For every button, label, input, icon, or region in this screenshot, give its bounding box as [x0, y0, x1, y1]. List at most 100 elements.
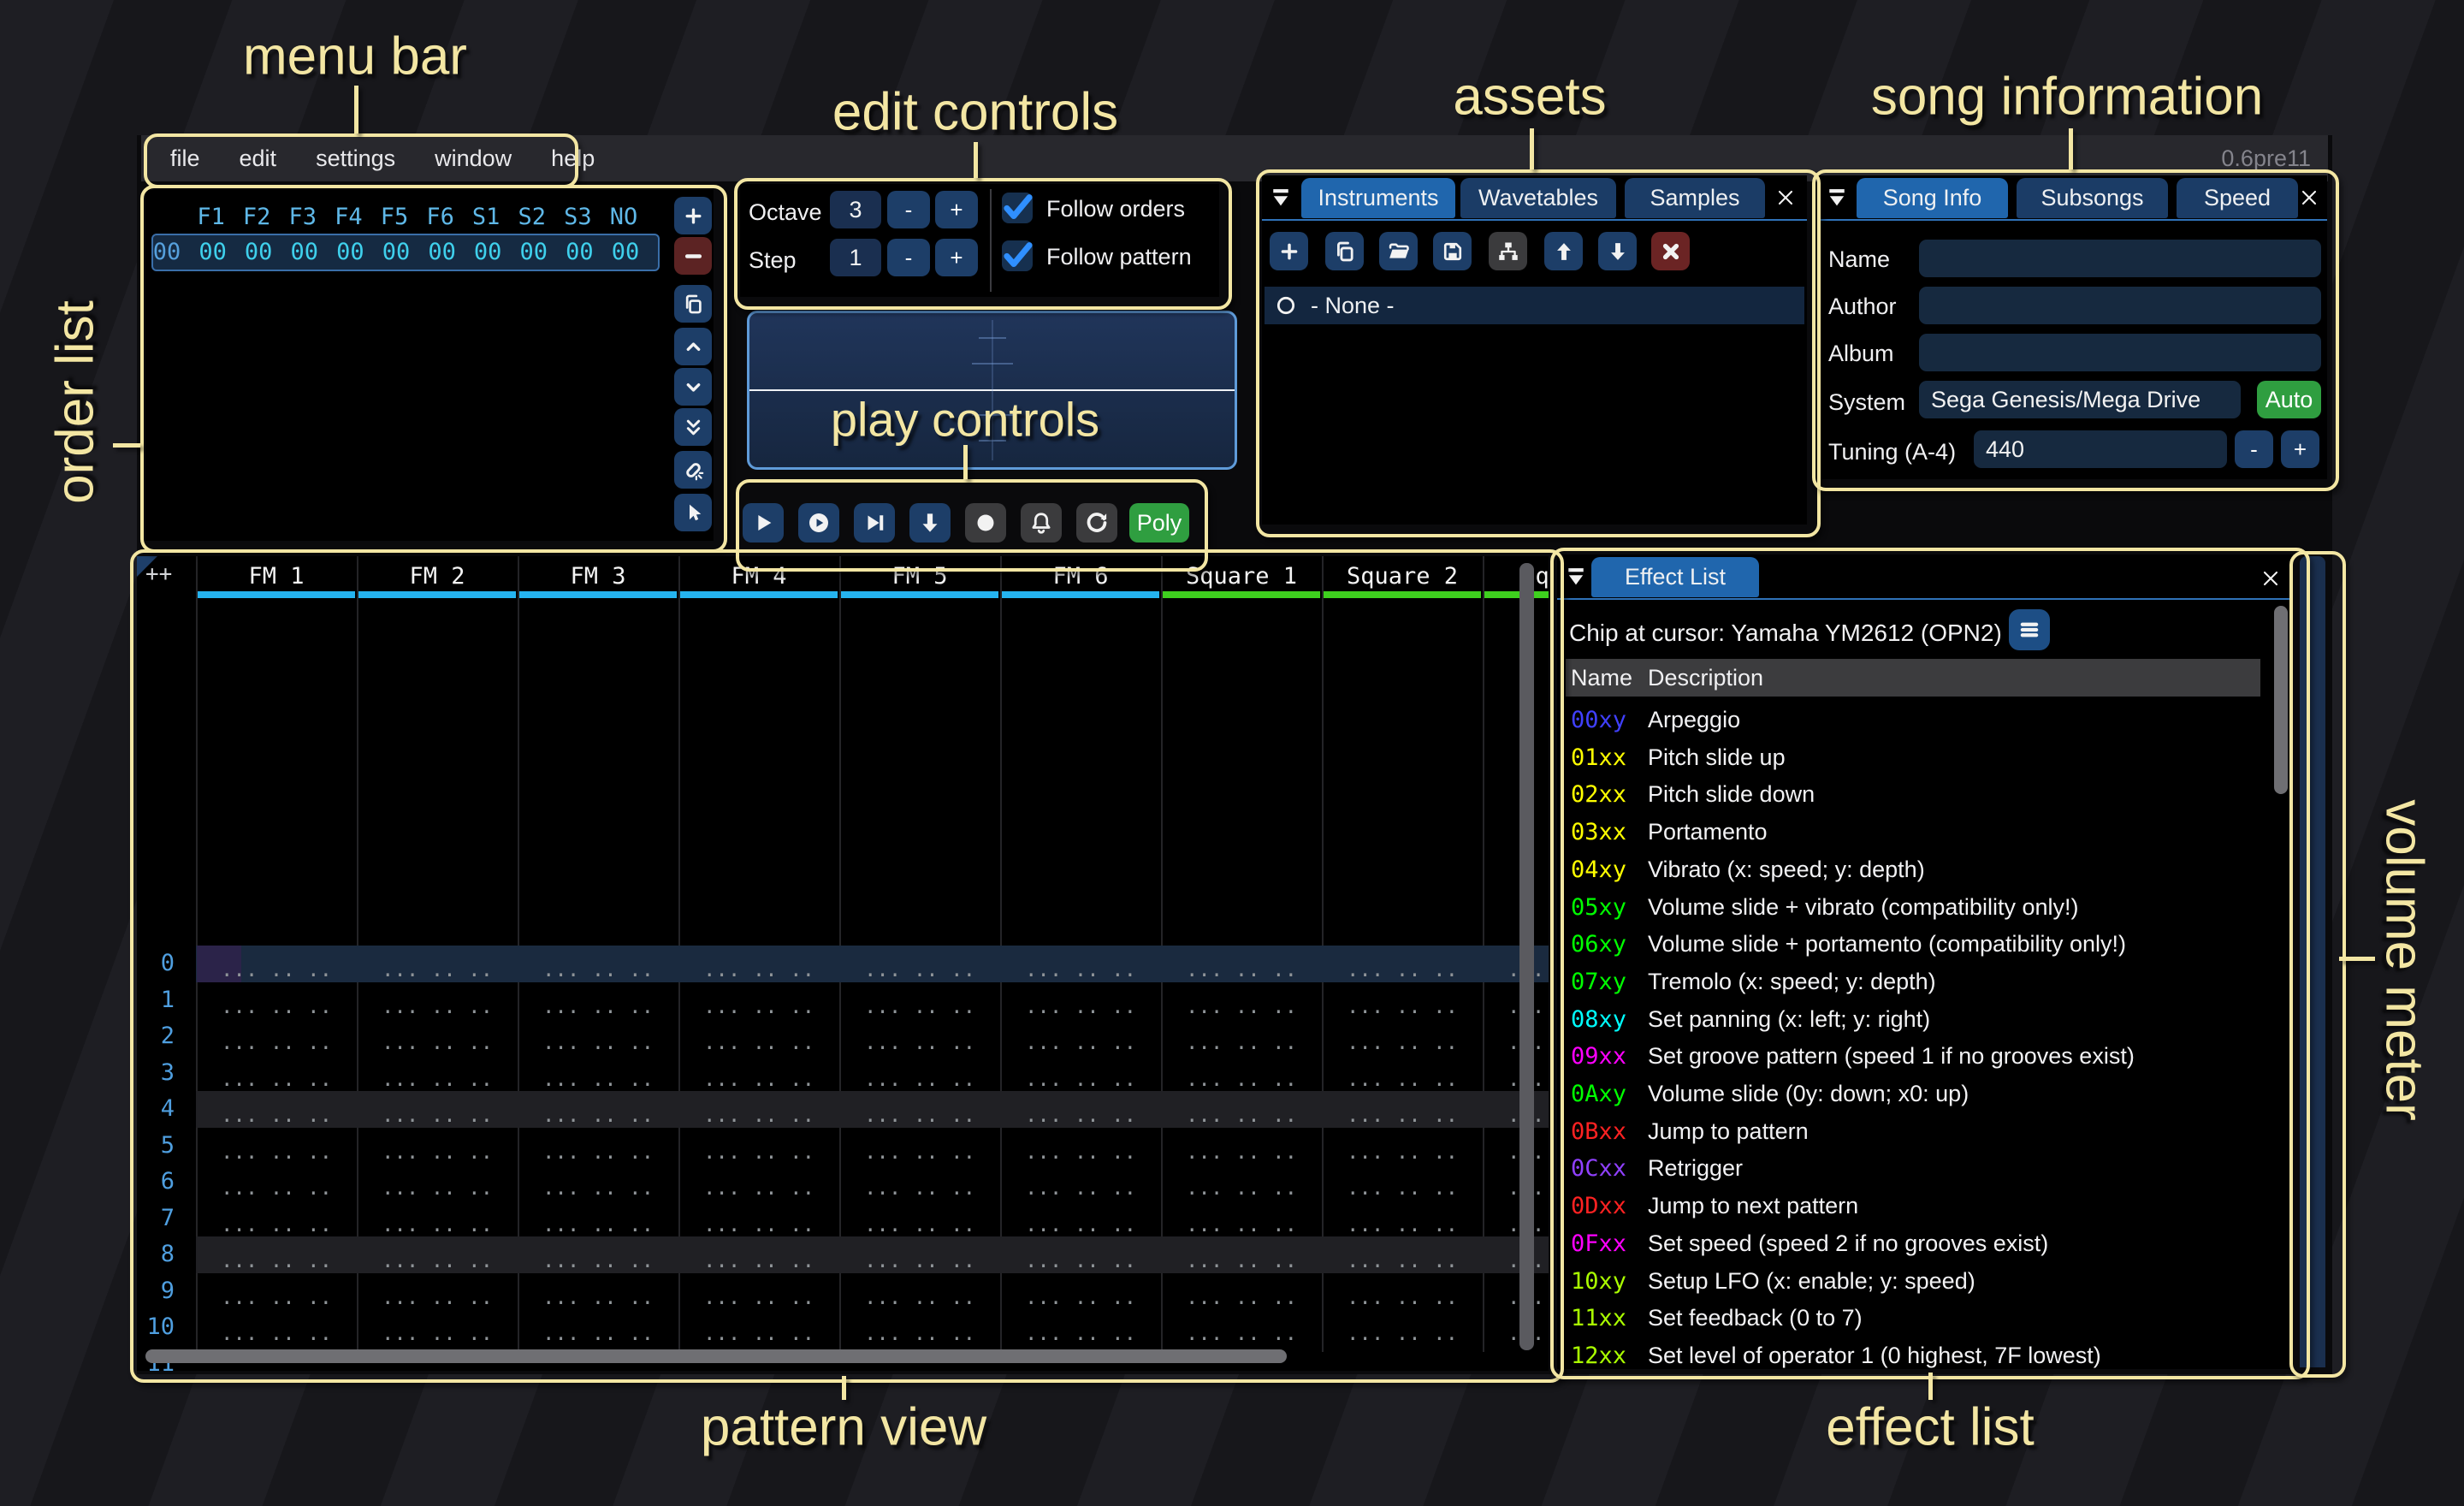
pattern-cell[interactable]: ... .. .. ....: [839, 1128, 1000, 1165]
pattern-cell[interactable]: ... .. .. ....: [839, 946, 1000, 982]
pattern-cell[interactable]: ... .. .. ....: [196, 1018, 357, 1055]
pattern-cell[interactable]: ... .. .. ....: [1322, 1018, 1483, 1055]
tuning-minus-button[interactable]: -: [2235, 430, 2273, 468]
pattern-cell[interactable]: ... .. .. ....: [1483, 946, 1549, 982]
pattern-cell[interactable]: ... .. .. ....: [1000, 1091, 1161, 1128]
pattern-cell[interactable]: ... .. .. ....: [1322, 1236, 1483, 1273]
author-field[interactable]: [1919, 287, 2321, 324]
pattern-cell[interactable]: ... .. .. ....: [1000, 1055, 1161, 1092]
pattern-cell[interactable]: ... .. .. ....: [357, 1128, 518, 1165]
pattern-cell[interactable]: ... .. .. ....: [518, 1236, 678, 1273]
pattern-cell[interactable]: ... .. .. ....: [196, 1309, 357, 1346]
octave-value[interactable]: 3: [830, 191, 881, 228]
remove-button[interactable]: [674, 237, 712, 275]
tuning-plus-button[interactable]: +: [2281, 430, 2319, 468]
pattern-cell[interactable]: ... .. .. ....: [678, 1309, 839, 1346]
checkbox-follow-orders[interactable]: [1002, 193, 1033, 223]
add-button[interactable]: [674, 197, 712, 234]
play-from-cursor-button[interactable]: [854, 503, 895, 543]
pattern-cell[interactable]: ... .. .. ....: [678, 1128, 839, 1165]
pattern-cell[interactable]: ... .. .. ....: [1161, 1309, 1322, 1346]
pattern-cell[interactable]: ... .. .. ....: [678, 1055, 839, 1092]
effect-sort-menu-button[interactable]: [2009, 609, 2050, 650]
effect-code[interactable]: 0Bxx: [1571, 1113, 1626, 1151]
pattern-cell[interactable]: ... .. .. ....: [1483, 1346, 1549, 1372]
pattern-cell[interactable]: ... .. .. ....: [839, 1018, 1000, 1055]
pattern-cell[interactable]: ... .. .. ....: [196, 946, 357, 982]
pattern-cell[interactable]: ... .. .. ....: [357, 1091, 518, 1128]
pattern-cell[interactable]: ... .. .. ....: [1322, 1128, 1483, 1165]
pattern-cell[interactable]: ... .. .. ....: [1000, 982, 1161, 1019]
order-cell[interactable]: 00: [428, 239, 456, 265]
order-cell[interactable]: 00: [198, 239, 227, 265]
pattern-cell[interactable]: ... .. .. ....: [1161, 982, 1322, 1019]
pattern-cell[interactable]: ... .. .. ....: [357, 1273, 518, 1310]
effect-code[interactable]: 0Cxx: [1571, 1150, 1626, 1188]
effect-code[interactable]: 09xx: [1571, 1038, 1626, 1076]
pattern-cell[interactable]: ... .. .. ....: [678, 946, 839, 982]
asset-list-item[interactable]: - None -: [1265, 287, 1804, 324]
pattern-cell[interactable]: ... .. .. ....: [1000, 1018, 1161, 1055]
pattern-cell[interactable]: ... .. .. ....: [518, 1273, 678, 1310]
order-row[interactable]: 0000000000000000000000: [151, 234, 660, 271]
pattern-cell[interactable]: ... .. .. ....: [678, 1201, 839, 1237]
step-value[interactable]: 1: [830, 239, 881, 276]
menu-item-help[interactable]: help: [551, 145, 595, 172]
pattern-cell[interactable]: ... .. .. ....: [196, 1055, 357, 1092]
pattern-cell[interactable]: ... .. .. ....: [839, 1309, 1000, 1346]
tuning-value[interactable]: 440: [1974, 430, 2227, 468]
order-cell[interactable]: 00: [382, 239, 411, 265]
effect-code[interactable]: 0Axy: [1571, 1076, 1626, 1113]
effect-code[interactable]: 0Dxx: [1571, 1188, 1626, 1225]
octave-minus-button[interactable]: -: [887, 191, 930, 228]
effect-code[interactable]: 07xy: [1571, 963, 1626, 1001]
pattern-cell[interactable]: ... .. .. ....: [518, 946, 678, 982]
window-menu-button[interactable]: [1825, 186, 1849, 210]
duplicate-button[interactable]: [1325, 232, 1364, 270]
tab-subsongs[interactable]: Subsongs: [2017, 178, 2168, 218]
pattern-cell[interactable]: ... .. .. ....: [1161, 1164, 1322, 1201]
pattern-cell[interactable]: ... .. .. ....: [839, 1091, 1000, 1128]
channel-header-fm-1[interactable]: FM 1: [248, 563, 304, 590]
pattern-cell[interactable]: ... .. .. ....: [518, 982, 678, 1019]
pattern-cell[interactable]: ... .. .. ....: [1000, 1164, 1161, 1201]
pattern-cell[interactable]: ... .. .. ....: [196, 1236, 357, 1273]
tab-song-info[interactable]: Song Info: [1857, 178, 2008, 218]
pattern-cell[interactable]: ... .. .. ....: [357, 946, 518, 982]
effect-code[interactable]: 10xy: [1571, 1263, 1626, 1301]
pattern-cell[interactable]: ... .. .. ....: [196, 982, 357, 1019]
effect-code[interactable]: 05xy: [1571, 889, 1626, 927]
pattern-cell[interactable]: ... .. .. ....: [1161, 1091, 1322, 1128]
pattern-cell[interactable]: ... .. .. ....: [518, 1309, 678, 1346]
poly-button[interactable]: Poly: [1129, 503, 1189, 543]
effect-code[interactable]: 0Fxx: [1571, 1225, 1626, 1263]
pattern-cell[interactable]: ... .. .. ....: [1000, 1201, 1161, 1237]
pattern-cell[interactable]: ... .. .. ....: [678, 1236, 839, 1273]
checkbox-follow-pattern[interactable]: [1002, 240, 1033, 271]
effect-code[interactable]: 03xx: [1571, 814, 1626, 851]
tab-samples[interactable]: Samples: [1625, 178, 1765, 218]
pattern-cell[interactable]: ... .. .. ....: [839, 1055, 1000, 1092]
pattern-cell[interactable]: ... .. .. ....: [196, 1164, 357, 1201]
order-cell[interactable]: 00: [245, 239, 273, 265]
pattern-cell[interactable]: ... .. .. ....: [518, 1018, 678, 1055]
pattern-cell[interactable]: ... .. .. ....: [518, 1091, 678, 1128]
pattern-cell[interactable]: ... .. .. ....: [1483, 982, 1549, 1019]
tab-speed[interactable]: Speed: [2177, 178, 2298, 218]
pattern-cell[interactable]: ... .. .. ....: [1483, 1055, 1549, 1092]
tab-effect-list[interactable]: Effect List: [1591, 557, 1759, 597]
pattern-cell[interactable]: ... .. .. ....: [1000, 946, 1161, 982]
menu-item-settings[interactable]: settings: [316, 145, 395, 172]
pattern-cell[interactable]: ... .. .. ....: [357, 1309, 518, 1346]
pattern-cell[interactable]: ... .. .. ....: [1000, 1236, 1161, 1273]
step-plus-button[interactable]: +: [935, 239, 978, 276]
pattern-cell[interactable]: ... .. .. ....: [1000, 1273, 1161, 1310]
effect-code[interactable]: 01xx: [1571, 739, 1626, 777]
pattern-cell[interactable]: ... .. .. ....: [357, 982, 518, 1019]
channel-header-fm-4[interactable]: FM 4: [731, 563, 786, 590]
close-icon[interactable]: [2259, 566, 2283, 590]
order-cell[interactable]: 00: [474, 239, 502, 265]
pattern-cell[interactable]: ... .. .. ....: [357, 1164, 518, 1201]
system-select[interactable]: Sega Genesis/Mega Drive: [1919, 381, 2241, 418]
pattern-cell[interactable]: ... .. .. ....: [1161, 1055, 1322, 1092]
